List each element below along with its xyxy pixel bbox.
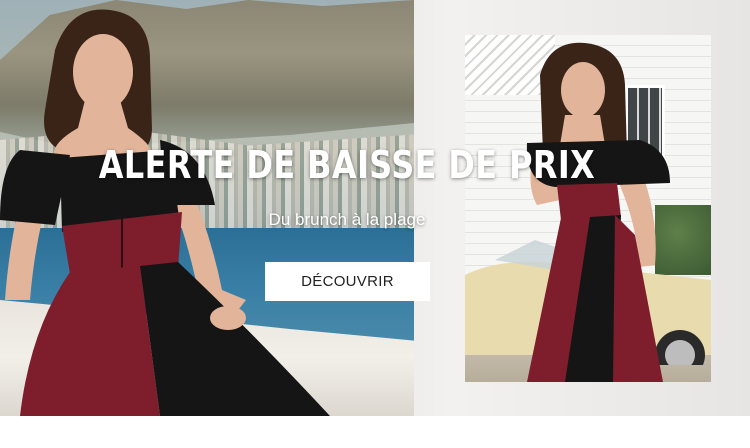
model-photo-left bbox=[0, 0, 414, 416]
subheadline: Du brunch à la plage bbox=[268, 210, 426, 229]
bottom-spacer bbox=[0, 416, 750, 448]
model-figure-right bbox=[526, 42, 670, 382]
headline: ALERTE DE BAISSE DE PRIX bbox=[98, 143, 596, 187]
promo-banner[interactable]: ALERTE DE BAISSE DE PRIX Du brunch à la … bbox=[0, 0, 750, 416]
model-photo-right bbox=[465, 35, 711, 382]
discover-button[interactable]: DÉCOUVRIR bbox=[265, 262, 430, 301]
model-figure-left bbox=[0, 9, 330, 416]
